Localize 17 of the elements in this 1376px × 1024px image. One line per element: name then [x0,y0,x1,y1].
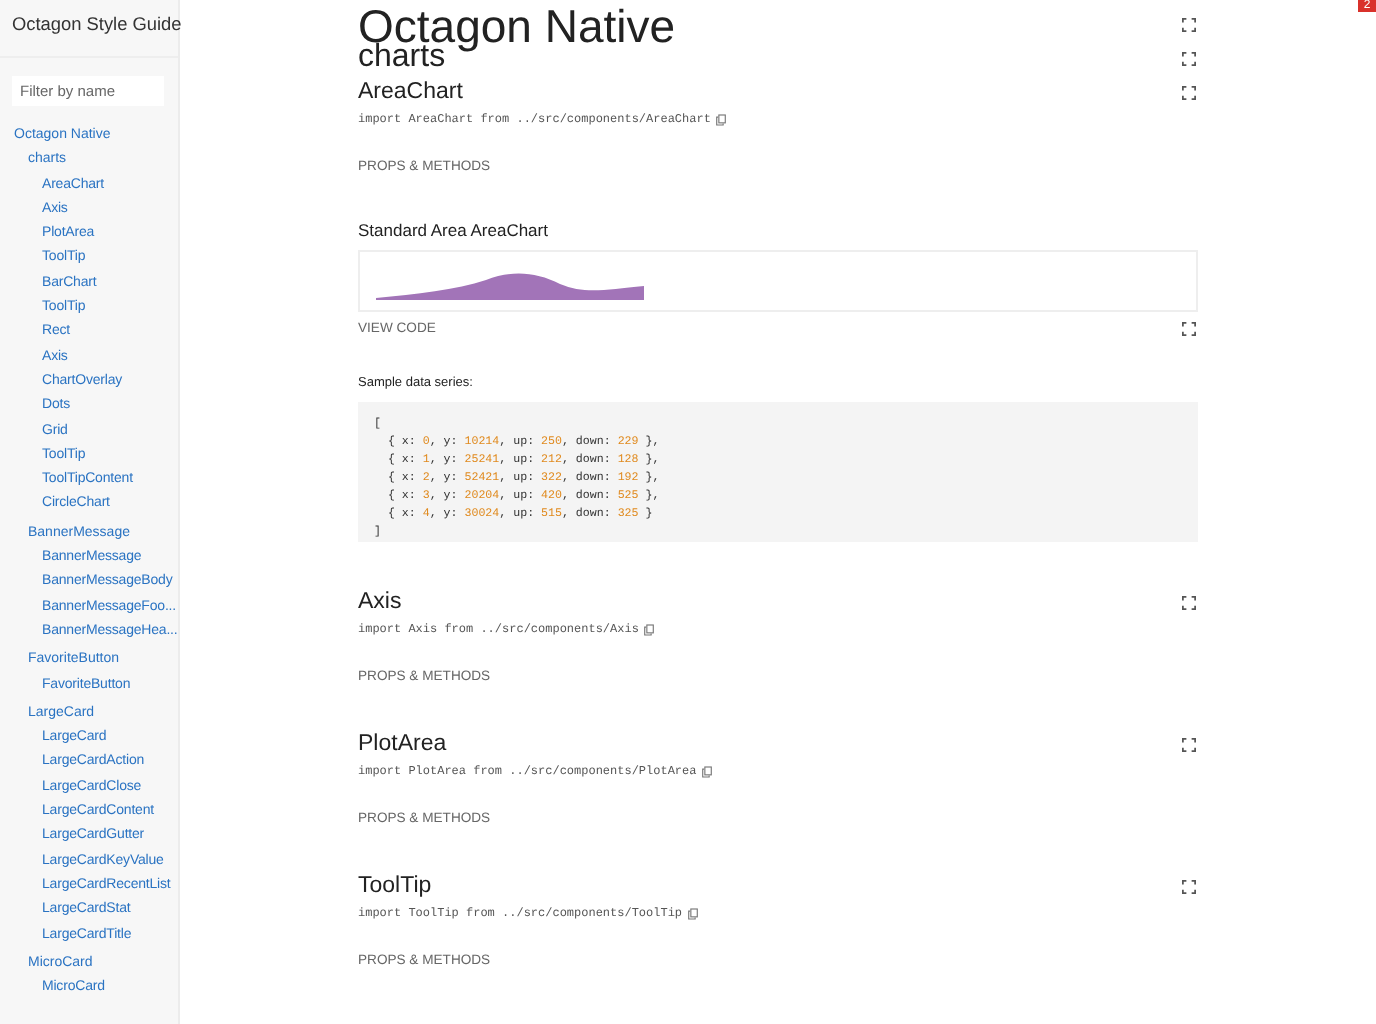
component-title: ToolTip [358,872,432,900]
expand-icon[interactable] [1182,879,1196,893]
expand-icon[interactable] [1182,595,1196,609]
copy-icon[interactable] [688,907,699,919]
expand-icon[interactable] [1182,85,1196,99]
component-title: Axis [358,588,402,616]
expand-icon[interactable] [1182,322,1196,336]
copy-icon[interactable] [716,113,727,125]
component-title: AreaChart [358,78,463,106]
copy-icon[interactable] [702,765,713,777]
example-title: Standard Area AreaChart [358,220,550,240]
copy-icon[interactable] [644,623,655,635]
expand-icon[interactable] [1182,51,1196,65]
expand-icon[interactable] [1182,17,1196,31]
app-title: Octagon Style Guide [0,10,178,58]
expand-icon[interactable] [1182,737,1196,751]
component-title: PlotArea [358,730,447,758]
